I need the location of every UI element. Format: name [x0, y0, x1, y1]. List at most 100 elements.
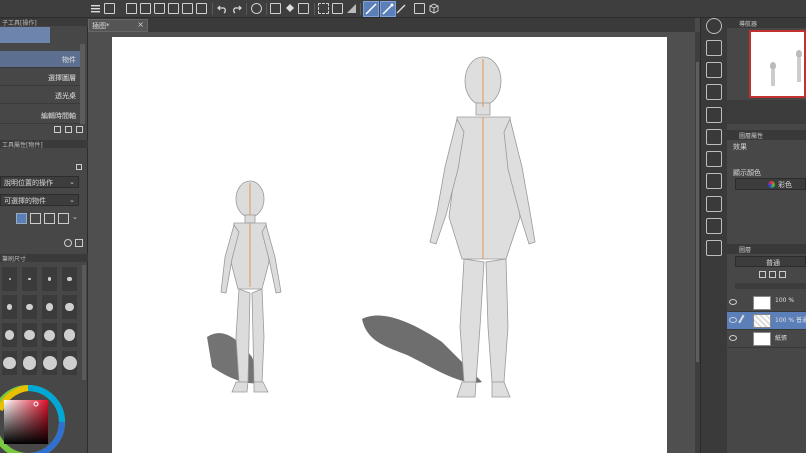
folder-icon[interactable]	[706, 218, 722, 234]
canvas-area[interactable]	[88, 32, 695, 453]
undo-icon[interactable]	[217, 3, 228, 14]
object-type-frame-icon[interactable]	[44, 213, 55, 224]
object-type-3d-icon[interactable]	[16, 213, 27, 224]
save-as-icon[interactable]	[196, 3, 207, 14]
clip-icon[interactable]	[769, 271, 776, 278]
pen-snap-icon[interactable]	[396, 3, 407, 14]
lock-icon[interactable]	[76, 164, 82, 170]
layer-3d-figure[interactable]: 100 % 普通	[727, 312, 806, 330]
transform-icon[interactable]	[298, 3, 309, 14]
3d-figures-scene[interactable]	[112, 37, 667, 453]
brush-size-cell[interactable]	[62, 323, 77, 347]
special-ruler-snap-button[interactable]	[380, 1, 396, 17]
object-type-image-icon[interactable]	[58, 213, 69, 224]
material-icon[interactable]	[706, 40, 722, 56]
tool-property-header: 工具屬性[物件]	[0, 140, 88, 149]
export-icon[interactable]	[182, 3, 193, 14]
scroll-thumb[interactable]	[696, 62, 699, 362]
close-material-icon[interactable]	[706, 84, 722, 100]
sub-tool-scrollbar[interactable]	[80, 44, 85, 124]
wrench-icon[interactable]	[75, 239, 83, 247]
brush-size-scrollbar[interactable]	[82, 265, 86, 380]
sub-tool-edit-timeline[interactable]: 編輯時間軸	[0, 107, 80, 124]
open-file-icon[interactable]	[140, 3, 151, 14]
sub-tool-light-table[interactable]: 透光桌	[0, 87, 80, 104]
drawing-canvas[interactable]	[112, 37, 667, 453]
sub-tool-object[interactable]: 物件	[0, 51, 80, 68]
brush-size-cell[interactable]	[42, 351, 57, 375]
chevron-down-icon[interactable]: ⌄	[72, 213, 78, 221]
3d-snap-icon[interactable]	[428, 3, 439, 14]
folder-icon[interactable]	[706, 196, 722, 212]
fill-icon[interactable]	[284, 3, 295, 14]
sub-tool-select-layer[interactable]: 選擇圖層	[0, 69, 80, 86]
new-subtool-icon[interactable]	[65, 126, 72, 133]
folder-icon[interactable]	[706, 107, 722, 123]
brush-size-cell[interactable]	[2, 295, 17, 319]
navigator-preview[interactable]	[749, 30, 806, 98]
search-icon[interactable]	[706, 18, 722, 34]
brush-size-cell[interactable]	[62, 295, 77, 319]
color-wheel-graphic[interactable]	[0, 380, 70, 453]
brush-size-dot	[62, 356, 77, 370]
eye-icon[interactable]	[729, 299, 737, 305]
opacity-bar[interactable]	[735, 283, 806, 289]
brush-size-cell[interactable]	[42, 295, 57, 319]
save-icon[interactable]	[168, 3, 179, 14]
reference-icon[interactable]	[779, 271, 786, 278]
lock-icon[interactable]	[759, 271, 766, 278]
close-icon[interactable]: ×	[137, 20, 144, 29]
property-footer-icons	[64, 239, 86, 249]
tab-illustration[interactable]: 插图* ×	[88, 19, 148, 32]
redo-icon[interactable]	[231, 3, 242, 14]
menu-icon[interactable]	[90, 3, 101, 14]
eye-icon[interactable]	[729, 317, 737, 323]
layer-2d[interactable]: 100 %	[727, 294, 806, 312]
ruler-snap-button[interactable]	[363, 1, 379, 17]
color-mode-button[interactable]: 彩色	[735, 178, 806, 190]
object-type-2d-icon[interactable]	[30, 213, 41, 224]
new-file-icon[interactable]	[126, 3, 137, 14]
brush-size-cell[interactable]	[22, 323, 37, 347]
brush-size-cell[interactable]	[2, 351, 17, 375]
selection-icon[interactable]	[318, 3, 329, 14]
brush-size-cell[interactable]	[22, 295, 37, 319]
chevron-down-icon: ⌄	[69, 178, 75, 186]
eye-icon[interactable]	[729, 335, 737, 341]
brush-size-cell[interactable]	[22, 351, 37, 375]
loading-icon[interactable]	[251, 3, 262, 14]
brush-size-cell[interactable]	[42, 323, 57, 347]
brush-size-dot	[63, 329, 76, 341]
copy-subtool-icon[interactable]	[54, 126, 61, 133]
deselect-icon[interactable]	[346, 3, 357, 14]
navigator-label: 導航器	[739, 21, 758, 28]
clip-studio-icon[interactable]	[104, 3, 115, 14]
upload-icon[interactable]	[154, 3, 165, 14]
layer-thumbnail	[753, 314, 771, 328]
color-wheel[interactable]	[0, 380, 70, 453]
folder-icon[interactable]	[706, 173, 722, 189]
settings-icon[interactable]	[64, 239, 72, 247]
sub-tool-tab[interactable]	[0, 27, 50, 43]
brush-size-cell[interactable]	[62, 351, 77, 375]
invert-selection-icon[interactable]	[332, 3, 343, 14]
brush-size-cell[interactable]	[2, 267, 17, 291]
folder-icon[interactable]	[706, 240, 722, 256]
clear-icon[interactable]	[270, 3, 281, 14]
navigator-zoom-bar[interactable]	[727, 100, 806, 124]
delete-subtool-icon[interactable]	[76, 126, 83, 133]
blend-mode-dropdown[interactable]: 普通	[735, 256, 806, 267]
brush-size-cell[interactable]	[2, 323, 17, 347]
material-library-icon[interactable]	[706, 62, 722, 78]
toolbar-separator	[266, 3, 267, 15]
folder-icon[interactable]	[706, 129, 722, 145]
grid-snap-icon[interactable]	[414, 3, 425, 14]
layer-paper[interactable]: 紙張	[727, 330, 806, 348]
folder-icon[interactable]	[706, 151, 722, 167]
selectable-object-dropdown[interactable]: 可選擇的物件 ⌄	[0, 194, 79, 206]
effect-label: 效果	[733, 143, 747, 151]
brush-size-cell[interactable]	[42, 267, 57, 291]
brush-size-cell[interactable]	[22, 267, 37, 291]
operation-dropdown[interactable]: 說明位置的操作 ⌄	[0, 176, 79, 188]
brush-size-cell[interactable]	[62, 267, 77, 291]
